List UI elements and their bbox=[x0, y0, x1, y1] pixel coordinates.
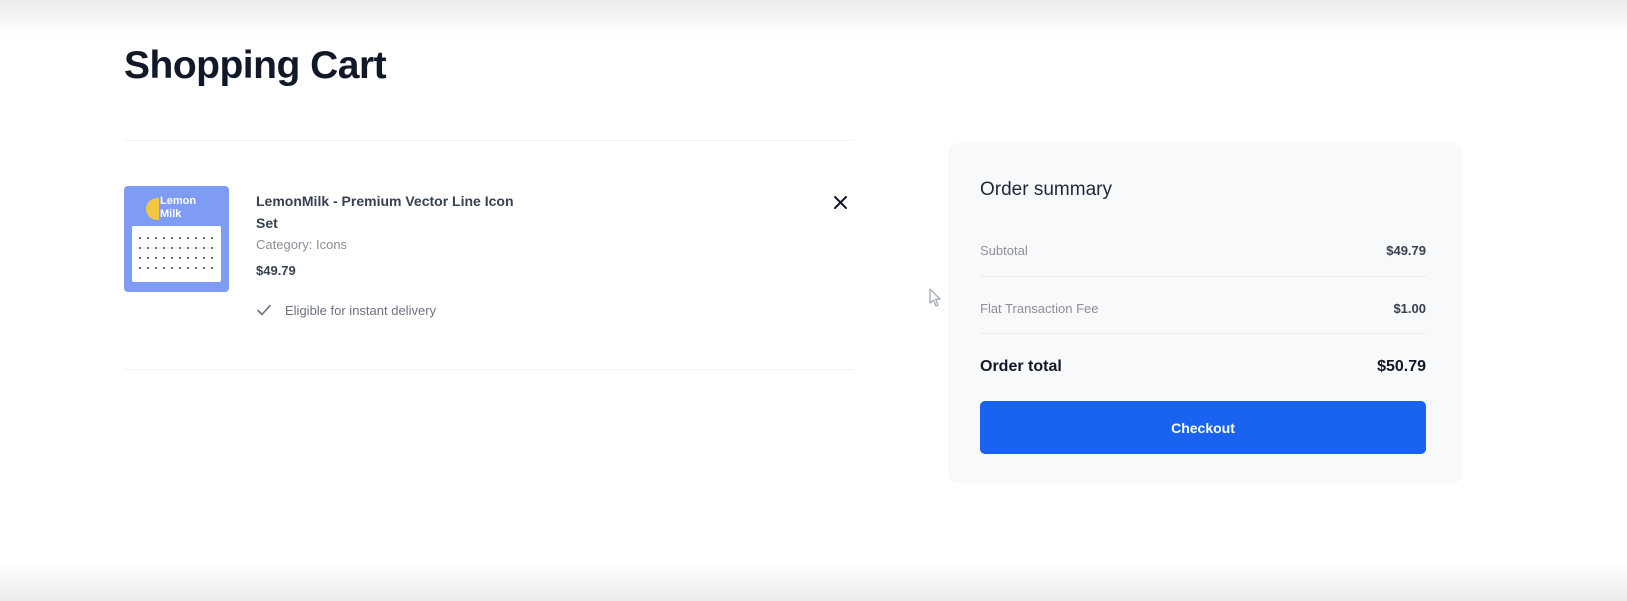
transaction-fee-row: Flat Transaction Fee $1.00 bbox=[980, 297, 1426, 319]
check-icon bbox=[257, 304, 271, 316]
cart-item-list: Lemon Milk LemonMilk - Premium Vector Li… bbox=[124, 140, 854, 370]
icon-grid-dots bbox=[136, 233, 217, 275]
mouse-cursor-icon bbox=[929, 288, 941, 307]
summary-divider bbox=[980, 276, 1426, 277]
close-icon bbox=[833, 195, 847, 209]
summary-divider bbox=[980, 333, 1426, 334]
product-price: $49.79 bbox=[256, 263, 296, 278]
remove-item-button[interactable] bbox=[829, 191, 851, 213]
transaction-fee-label: Flat Transaction Fee bbox=[980, 300, 1099, 316]
product-category: Category: Icons bbox=[256, 237, 348, 252]
delivery-text: Eligible for instant delivery bbox=[285, 302, 437, 318]
cart-item: Lemon Milk LemonMilk - Premium Vector Li… bbox=[124, 141, 854, 369]
subtotal-row: Subtotal $49.79 bbox=[980, 239, 1426, 261]
product-name-link[interactable]: LemonMilk - Premium Vector Line Icon Set bbox=[256, 190, 536, 234]
order-summary-title: Order summary bbox=[980, 179, 1112, 200]
subtotal-value: $49.79 bbox=[1386, 242, 1426, 258]
order-total-value: $50.79 bbox=[1377, 358, 1426, 375]
order-summary-panel: Order summary Subtotal $49.79 Flat Trans… bbox=[948, 143, 1463, 483]
order-total-label: Order total bbox=[980, 358, 1062, 375]
product-thumbnail[interactable]: Lemon Milk bbox=[124, 186, 229, 292]
checkout-button[interactable]: Checkout bbox=[980, 401, 1426, 454]
page-title: Shopping Cart bbox=[124, 44, 387, 87]
thumbnail-brand-text: Lemon Milk bbox=[160, 195, 197, 220]
order-total-row: Order total $50.79 bbox=[980, 353, 1426, 381]
bottom-shadow bbox=[0, 560, 1627, 601]
icon-grid-preview bbox=[132, 226, 221, 282]
subtotal-label: Subtotal bbox=[980, 242, 1028, 258]
top-shadow bbox=[0, 0, 1627, 36]
lemon-logo-icon bbox=[146, 198, 159, 220]
delivery-status: Eligible for instant delivery bbox=[256, 301, 436, 319]
transaction-fee-value: $1.00 bbox=[1393, 300, 1426, 316]
